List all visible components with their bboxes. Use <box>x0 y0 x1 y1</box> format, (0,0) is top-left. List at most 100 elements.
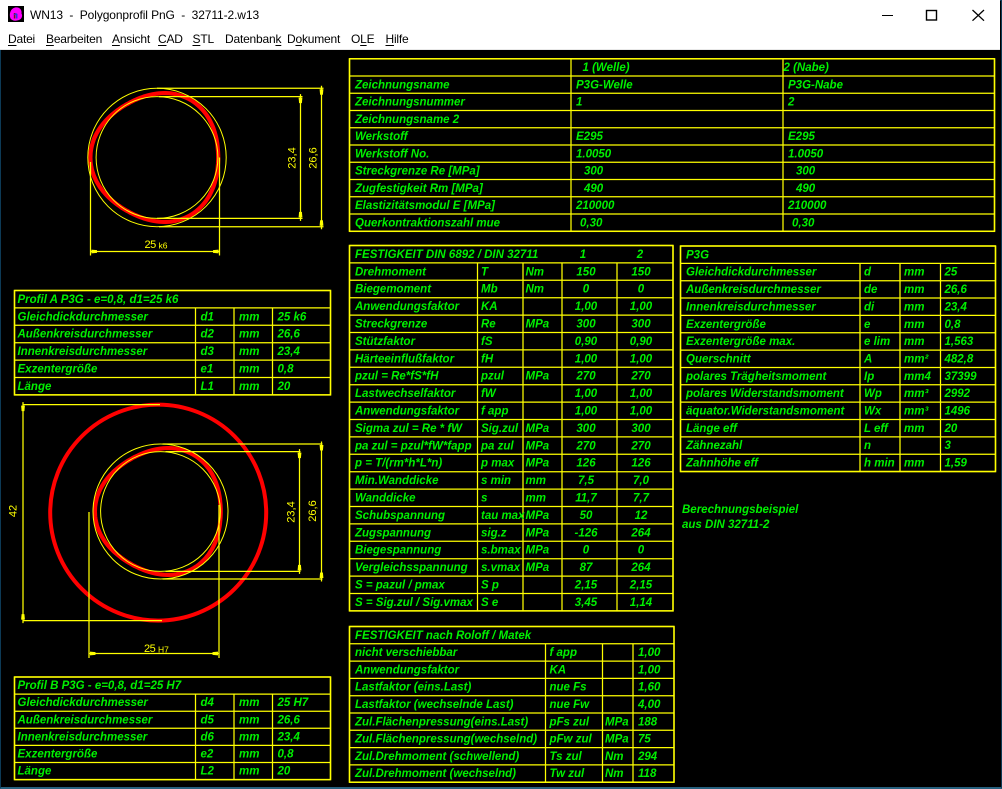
svg-text:23,4: 23,4 <box>277 346 301 358</box>
svg-text:0: 0 <box>583 284 590 296</box>
svg-text:d6: d6 <box>201 731 215 743</box>
svg-text:3: 3 <box>945 440 952 452</box>
svg-text:11,7: 11,7 <box>575 493 597 505</box>
svg-text:Wp: Wp <box>864 388 882 400</box>
svg-text:1,00: 1,00 <box>638 664 661 676</box>
svg-text:mm: mm <box>239 329 259 341</box>
svg-text:polares Widerstandsmoment: polares Widerstandsmoment <box>685 388 845 400</box>
svg-text:26,6: 26,6 <box>308 147 320 168</box>
svg-text:1,00: 1,00 <box>638 647 661 659</box>
svg-text:Min.Wanddicke: Min.Wanddicke <box>355 475 439 487</box>
svg-text:Werkstoff: Werkstoff <box>355 131 409 143</box>
svg-text:1,00: 1,00 <box>630 388 653 400</box>
svg-text:2992: 2992 <box>944 388 971 400</box>
svg-text:Mb: Mb <box>481 284 498 296</box>
svg-text:S = pazul / pmax: S = pazul / pmax <box>355 580 445 592</box>
svg-text:126: 126 <box>631 458 651 470</box>
svg-text:150: 150 <box>631 266 651 278</box>
svg-text:p max: p max <box>480 458 515 470</box>
svg-text:0: 0 <box>638 545 645 557</box>
svg-text:A: A <box>863 353 872 365</box>
svg-text:Exzentergröße max.: Exzentergröße max. <box>686 336 795 348</box>
svg-text:270: 270 <box>575 371 596 383</box>
svg-text:mm: mm <box>904 458 924 470</box>
svg-text:7,0: 7,0 <box>633 475 650 487</box>
svg-text:s: s <box>481 493 487 505</box>
svg-text:d3: d3 <box>201 346 215 358</box>
svg-text:42: 42 <box>8 505 20 517</box>
svg-text:fS: fS <box>481 336 493 348</box>
svg-text:Sig.zul: Sig.zul <box>481 423 519 435</box>
svg-text:mm³: mm³ <box>904 406 929 418</box>
svg-text:20: 20 <box>277 381 291 393</box>
svg-text:Außenkreisdurchmesser: Außenkreisdurchmesser <box>685 284 821 296</box>
svg-text:1496: 1496 <box>945 406 971 418</box>
svg-text:25: 25 <box>944 267 958 279</box>
svg-text:270: 270 <box>630 440 651 452</box>
svg-text:Ts zul: Ts zul <box>550 751 583 763</box>
svg-text:1,00: 1,00 <box>575 353 598 365</box>
svg-text:1,00: 1,00 <box>575 388 598 400</box>
svg-text:300: 300 <box>631 423 651 435</box>
svg-text:d4: d4 <box>201 697 215 709</box>
svg-text:50: 50 <box>580 510 593 522</box>
svg-text:e: e <box>864 319 871 331</box>
svg-text:210000: 210000 <box>787 200 827 212</box>
svg-text:mm: mm <box>239 714 259 726</box>
svg-text:KA: KA <box>550 664 567 676</box>
svg-text:26,6: 26,6 <box>277 329 301 341</box>
svg-text:Länge: Länge <box>18 381 52 393</box>
svg-text:Wx: Wx <box>864 406 882 418</box>
svg-text:1,00: 1,00 <box>630 406 653 418</box>
svg-text:Biegespannung: Biegespannung <box>355 545 441 557</box>
svg-text:MPa: MPa <box>526 440 550 452</box>
svg-text:S = Sig.zul / Sig.vmax: S = Sig.zul / Sig.vmax <box>355 597 474 609</box>
svg-text:264: 264 <box>630 562 651 574</box>
svg-text:S p: S p <box>481 580 499 592</box>
svg-text:Ip: Ip <box>864 371 874 383</box>
svg-text:23,4: 23,4 <box>277 731 301 743</box>
svg-text:1,00: 1,00 <box>575 406 598 418</box>
svg-text:Vergleichsspannung: Vergleichsspannung <box>355 562 468 574</box>
svg-text:Gleichdickdurchmesser: Gleichdickdurchmesser <box>686 267 817 279</box>
svg-text:26,6: 26,6 <box>307 500 319 521</box>
svg-text:2: 2 <box>636 249 644 261</box>
svg-text:2 (Nabe): 2 (Nabe) <box>783 62 830 74</box>
svg-text:mm: mm <box>239 364 259 376</box>
svg-text:mm: mm <box>239 311 259 323</box>
svg-text:Zul.Drehmoment (schwellend): Zul.Drehmoment (schwellend) <box>354 751 519 763</box>
svg-text:Härteeinflußfaktor: Härteeinflußfaktor <box>355 353 455 365</box>
svg-text:pzul = Re*fS*fH: pzul = Re*fS*fH <box>354 371 439 383</box>
svg-text:Nm: Nm <box>605 768 624 780</box>
svg-text:H7: H7 <box>158 645 169 655</box>
svg-text:nicht verschiebbar: nicht verschiebbar <box>355 647 458 659</box>
svg-text:1,00: 1,00 <box>575 301 598 313</box>
svg-text:150: 150 <box>576 266 596 278</box>
svg-text:Querkontraktionszahl mue: Querkontraktionszahl mue <box>355 217 501 229</box>
svg-text:Innenkreisdurchmesser: Innenkreisdurchmesser <box>686 301 816 313</box>
svg-text:d: d <box>864 267 872 279</box>
svg-text:Nm: Nm <box>526 284 545 296</box>
svg-text:300: 300 <box>796 166 816 178</box>
svg-text:mm: mm <box>526 475 546 487</box>
svg-text:25: 25 <box>144 643 156 655</box>
svg-text:12: 12 <box>635 510 648 522</box>
svg-text:Zahnhöhe eff: Zahnhöhe eff <box>685 458 759 470</box>
svg-text:Lastwechselfaktor: Lastwechselfaktor <box>355 388 456 400</box>
svg-text:pa zul: pa zul <box>480 440 514 452</box>
svg-text:Gleichdickdurchmesser: Gleichdickdurchmesser <box>18 311 149 323</box>
svg-text:mm³: mm³ <box>904 388 929 400</box>
svg-text:E295: E295 <box>576 131 603 143</box>
svg-text:1,14: 1,14 <box>630 597 653 609</box>
svg-text:Zul.Drehmoment (wechselnd): Zul.Drehmoment (wechselnd) <box>354 768 516 780</box>
svg-text:mm4: mm4 <box>904 371 931 383</box>
svg-text:Nm: Nm <box>605 751 624 763</box>
svg-text:Zeichnungsname: Zeichnungsname <box>354 79 450 91</box>
svg-text:0,8: 0,8 <box>278 364 295 376</box>
svg-text:300: 300 <box>631 319 651 331</box>
svg-text:p = T/(rm*h*L*n): p = T/(rm*h*L*n) <box>354 458 442 470</box>
svg-text:7,7: 7,7 <box>633 493 650 505</box>
svg-text:Zul.Flächenpressung(wechselnd): Zul.Flächenpressung(wechselnd) <box>354 734 537 746</box>
svg-text:polares Trägheitsmoment: polares Trägheitsmoment <box>685 371 828 383</box>
svg-text:2: 2 <box>787 97 795 109</box>
